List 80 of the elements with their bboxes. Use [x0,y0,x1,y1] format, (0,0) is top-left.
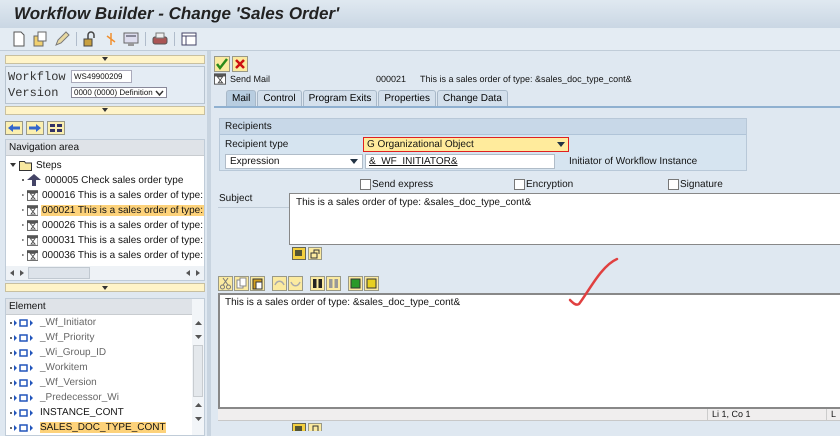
panel-header: Element [6,299,192,316]
dropdown-arrow-icon [350,158,358,164]
tree-item[interactable]: 000016 This is a sales order of type: [40,190,204,201]
layout-icon[interactable] [47,120,65,135]
hourglass-step-icon [26,188,38,202]
version-label: Version [8,86,60,100]
group-title: Recipients [220,119,746,135]
caret-icon [102,57,108,62]
checkbox[interactable] [668,179,679,190]
expression-field[interactable]: &_WF_INITIATOR& [365,154,555,168]
scroll-arrows-icon[interactable] [10,270,24,276]
caret-icon [102,108,108,112]
recipient-type-dropdown[interactable]: G Organizational Object [363,136,569,152]
hourglass-step-icon [26,218,38,232]
workflow-label: Workflow [8,70,67,84]
scroll-arrows-icon[interactable] [186,270,200,276]
tab[interactable]: Mail [226,90,256,106]
forward-arrow-icon[interactable] [26,120,44,135]
printer-icon[interactable] [152,31,168,47]
element-item[interactable]: INSTANCE_CONT [40,407,124,418]
tree-item[interactable]: 000005 Check sales order type [44,174,184,186]
checkbox-label: Send express [372,179,434,190]
status-cell: Li 1, Co 1 [706,409,826,420]
tree-node[interactable]: Steps [10,158,204,173]
dropdown-arrow-icon [557,142,565,146]
element-item[interactable]: _Wf_Version [40,377,97,388]
list-icon[interactable] [181,31,197,47]
mail-body-editor[interactable]: This is a sales order of type: &sales_doc_type_cont& [218,293,840,409]
checkbox-label: Encryption [526,179,574,190]
panel-header: Navigation area [6,140,204,156]
hourglass-step-icon [26,248,38,262]
copy-icon[interactable] [32,31,48,47]
version-dropdown[interactable]: 0000 (0000) Definition [71,87,167,98]
checkmark-button-icon[interactable] [214,56,230,72]
monitor-icon[interactable] [123,31,139,47]
tab[interactable]: Properties [378,90,436,106]
element-item[interactable]: _Predecessor_Wi [40,392,119,404]
status-cell: L [826,409,840,420]
back-arrow-icon[interactable] [5,120,23,135]
checkbox-label: Signature [680,179,723,190]
folder-icon [19,160,33,171]
checkbox[interactable] [360,179,371,190]
checkbox[interactable] [514,179,525,190]
tab[interactable]: Program Exits [302,90,378,106]
element-item[interactable]: SALES_DOC_TYPE_CONT [40,422,166,434]
step-number: 000021 [376,74,408,84]
tree-item[interactable]: 000026 This is a sales order of type: [40,220,204,231]
cancel-button-icon[interactable] [232,56,248,72]
subject-field[interactable]: This is a sales order of type: &sales_doc_type_cont& [289,193,840,245]
tree-item[interactable]: 000031 This is a sales order of type: [40,234,204,246]
workflow-field[interactable]: WS49900209 [71,70,132,84]
step-description: This is a sales order of type: &sales_doc_type_cont& [420,74,632,84]
recipient-type-label: Recipient type [225,138,290,150]
expression-dropdown[interactable]: Expression [225,154,363,168]
tab[interactable]: Control [257,90,302,106]
expand-icon[interactable] [10,162,16,168]
hourglass-step-icon [26,234,38,247]
element-item[interactable]: _Wf_Initiator [40,317,96,328]
paste-icon[interactable] [250,276,265,291]
hourglass-step-icon [214,73,226,85]
tree-item[interactable]: 000021 This is a sales order of type: [40,204,204,216]
element-item[interactable]: _Workitem [40,362,88,374]
caret-icon [102,286,108,290]
tree-step-icon [27,174,41,186]
mail-body-text: This is a sales order of type: &sales_doc_type_cont& [225,297,462,308]
step-type: Send Mail [230,74,272,84]
scissors-icon[interactable] [218,276,233,291]
horizontal-scrollbar[interactable] [6,266,204,280]
pencil-icon[interactable] [54,31,70,47]
hourglass-step-icon [26,204,38,217]
element-item[interactable]: _Wi_Group_ID [40,347,106,358]
new-page-icon[interactable] [12,31,26,47]
expression-description: Initiator of Workflow Instance [569,156,698,166]
tree-item[interactable]: 000036 This is a sales order of type: [40,250,204,261]
vertical-scrollbar[interactable] [192,299,204,436]
tab[interactable]: Change Data [436,90,508,106]
scroll-arrows-icon[interactable] [194,403,202,422]
window-title: Workflow Builder - Change 'Sales Order' [14,4,340,24]
scroll-arrows-icon[interactable] [194,321,202,340]
element-item[interactable]: _Wf_Priority [40,332,94,344]
